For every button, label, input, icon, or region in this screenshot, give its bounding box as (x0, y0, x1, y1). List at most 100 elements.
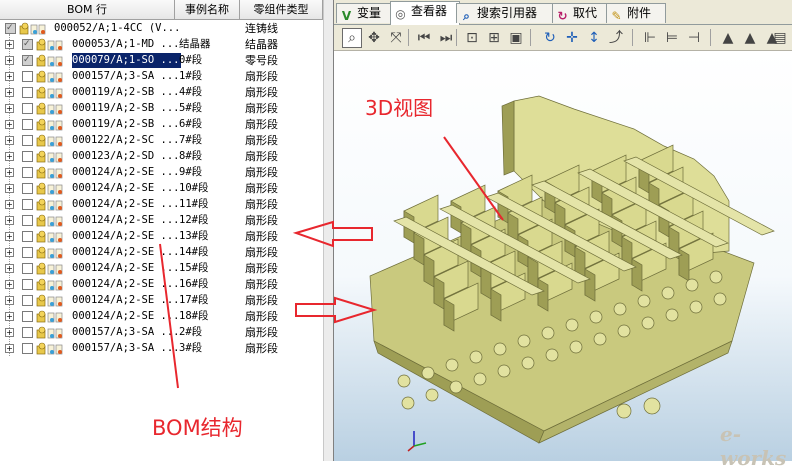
table-row[interactable]: +000124/A;2-SE ... 18#段 扇形段 (0, 309, 323, 324)
row-checkbox[interactable] (22, 199, 33, 210)
tab-attachment[interactable]: ✎ 附件 (606, 3, 666, 23)
vertical-icon[interactable]: ↕ (584, 28, 604, 48)
expand-icon[interactable]: + (5, 216, 14, 225)
row-checkbox[interactable] (22, 183, 33, 194)
tab-variable[interactable]: V 变量 (336, 3, 394, 23)
pan-icon[interactable]: ✥ (364, 28, 384, 48)
expand-icon[interactable]: + (5, 296, 14, 305)
row-checkbox[interactable] (22, 263, 33, 274)
table-row[interactable]: +000124/A;2-SE ... 12#段 扇形段 (0, 213, 323, 228)
expand-icon[interactable]: + (5, 88, 14, 97)
expand-icon[interactable]: + (5, 280, 14, 289)
expand-icon[interactable]: + (5, 72, 14, 81)
row-checkbox[interactable] (22, 231, 33, 242)
tab-replace[interactable]: ↻ 取代 (552, 3, 610, 23)
row-checkbox[interactable] (22, 295, 33, 306)
expand-icon[interactable]: + (5, 248, 14, 257)
row-checkbox[interactable] (22, 119, 33, 130)
expand-icon[interactable]: + (5, 184, 14, 193)
row-checkbox[interactable] (22, 327, 33, 338)
section-2-icon[interactable]: ⊨ (662, 28, 682, 48)
expand-icon[interactable]: + (5, 104, 14, 113)
vertical-scrollbar[interactable] (323, 0, 333, 461)
table-row[interactable]: +000119/A;2-SB ... 5#段 扇形段 (0, 101, 323, 116)
row-checkbox[interactable] (22, 87, 33, 98)
row-checkbox[interactable] (22, 135, 33, 146)
properties-icon[interactable]: ▤ (770, 28, 790, 48)
zoom-window-icon[interactable]: ⊞ (484, 28, 504, 48)
table-row[interactable]: +000122/A;2-SC ... 7#段 扇形段 (0, 133, 323, 148)
row-checkbox[interactable] (5, 21, 16, 36)
expand-icon[interactable]: + (5, 136, 14, 145)
expand-icon[interactable]: + (5, 120, 14, 129)
column-header-instance-name[interactable]: 事例名称 (175, 0, 240, 20)
zoom-icon[interactable]: ⌕ (342, 28, 362, 48)
table-row[interactable]: +000124/A;2-SE ... 9#段 扇形段 (0, 165, 323, 180)
expand-icon[interactable]: + (5, 152, 14, 161)
display-1-icon[interactable]: ▲ (718, 28, 738, 48)
table-row[interactable]: +000119/A;2-SB ... 4#段 扇形段 (0, 85, 323, 100)
section-3-icon[interactable]: ⊣ (684, 28, 704, 48)
roller-part (425, 388, 439, 402)
tab-viewer[interactable]: ◎ 查看器 (390, 1, 460, 25)
table-row[interactable]: +000124/A;2-SE ... 16#段 扇形段 (0, 277, 323, 292)
table-row[interactable]: +000053/A;1-MD ...结晶器结晶器 (0, 37, 323, 52)
row-checkbox[interactable] (22, 37, 33, 52)
expand-icon[interactable]: + (5, 40, 14, 49)
row-checkbox[interactable] (22, 103, 33, 114)
view-icon[interactable]: ▣ (506, 28, 526, 48)
row-checkbox[interactable] (22, 247, 33, 258)
row-checkbox[interactable] (22, 167, 33, 178)
expand-icon[interactable]: + (5, 328, 14, 337)
assembly-icon (36, 102, 66, 115)
table-row[interactable]: +000079/A;1-SO ...0#段 零号段 (0, 53, 323, 68)
table-row[interactable]: +000124/A;2-SE ... 15#段 扇形段 (0, 261, 323, 276)
instance-name: 3#段 (179, 342, 203, 354)
row-checkbox[interactable] (22, 343, 33, 354)
toolbar-separator (456, 29, 457, 46)
expand-icon[interactable]: + (5, 56, 14, 65)
table-row[interactable]: +000124/A;2-SE ... 13#段 扇形段 (0, 229, 323, 244)
assembly-icon (36, 246, 66, 259)
expand-icon[interactable]: + (5, 200, 14, 209)
bom-panel: BOM 行 事例名称 零组件类型 000052/A;1-4CC (V... 连铸线… (0, 0, 334, 461)
expand-icon[interactable]: + (5, 264, 14, 273)
table-row[interactable]: +000124/A;2-SE ... 17#段 扇形段 (0, 293, 323, 308)
first-icon[interactable]: ⏮ (414, 28, 434, 48)
row-checkbox[interactable] (22, 311, 33, 322)
move-icon[interactable]: ✛ (562, 28, 582, 48)
row-checkbox[interactable] (22, 53, 33, 68)
row-checkbox[interactable] (22, 151, 33, 162)
assembly-icon (36, 326, 66, 339)
rotate-icon[interactable]: ⤧ (386, 28, 406, 48)
table-row[interactable]: +000157/A;3-SA ... 2#段 扇形段 (0, 325, 323, 340)
table-row[interactable]: +000157/A;3-SA ... 3#段 扇形段 (0, 341, 323, 356)
table-row[interactable]: +000124/A;2-SE ... 14#段 扇形段 (0, 245, 323, 260)
next-icon[interactable]: ⏭ (436, 28, 456, 48)
section-1-icon[interactable]: ⊩ (640, 28, 660, 48)
table-row[interactable]: +000123/A;2-SD ... 8#段 扇形段 (0, 149, 323, 164)
fit-icon[interactable]: ⊡ (462, 28, 482, 48)
spin-icon[interactable]: ⤴ (606, 28, 626, 48)
display-2-icon[interactable]: ▲ (740, 28, 760, 48)
table-row[interactable]: 000052/A;1-4CC (V... 连铸线 (0, 21, 323, 36)
tab-search-reference[interactable]: ⌕ 搜索引用器 (456, 3, 556, 23)
row-checkbox[interactable] (22, 71, 33, 82)
assembly-icon (36, 38, 66, 51)
part-type: 扇形段 (245, 278, 278, 291)
expand-icon[interactable]: + (5, 232, 14, 241)
table-row[interactable]: +000124/A;2-SE ... 11#段 扇形段 (0, 197, 323, 212)
expand-icon[interactable]: + (5, 312, 14, 321)
row-checkbox[interactable] (22, 215, 33, 226)
column-header-bom-row[interactable]: BOM 行 (0, 0, 175, 20)
column-header-part-type[interactable]: 零组件类型 (240, 0, 323, 20)
table-row[interactable]: +000124/A;2-SE ... 10#段 扇形段 (0, 181, 323, 196)
bom-row-id: 000122/A;2-SC ... (72, 134, 180, 146)
expand-icon[interactable]: + (5, 344, 14, 353)
row-checkbox[interactable] (22, 279, 33, 290)
refresh-icon[interactable]: ↻ (540, 28, 560, 48)
table-row[interactable]: +000119/A;2-SB ... 6#段 扇形段 (0, 117, 323, 132)
model-fin-side (490, 288, 502, 322)
table-row[interactable]: +000157/A;3-SA ... 1#段 扇形段 (0, 69, 323, 84)
expand-icon[interactable]: + (5, 168, 14, 177)
